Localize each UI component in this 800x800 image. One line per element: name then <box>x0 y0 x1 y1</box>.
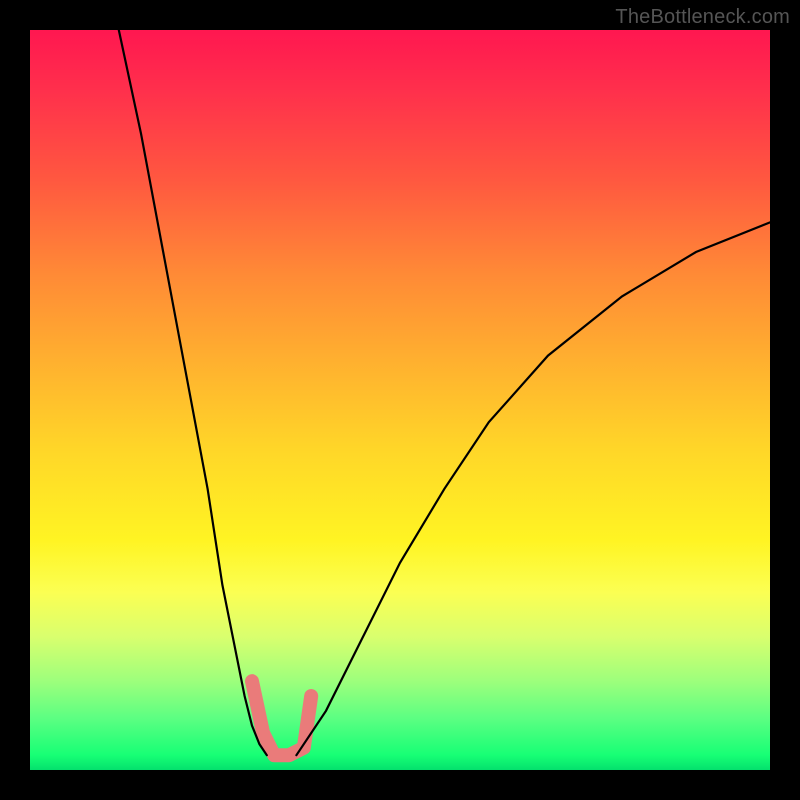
bottleneck-chart <box>30 30 770 770</box>
valley-marker-band <box>252 681 311 755</box>
chart-svg-layer <box>30 30 770 770</box>
left-curve-line <box>119 30 267 755</box>
right-curve-line <box>296 222 770 755</box>
watermark-text: TheBottleneck.com <box>615 6 790 29</box>
